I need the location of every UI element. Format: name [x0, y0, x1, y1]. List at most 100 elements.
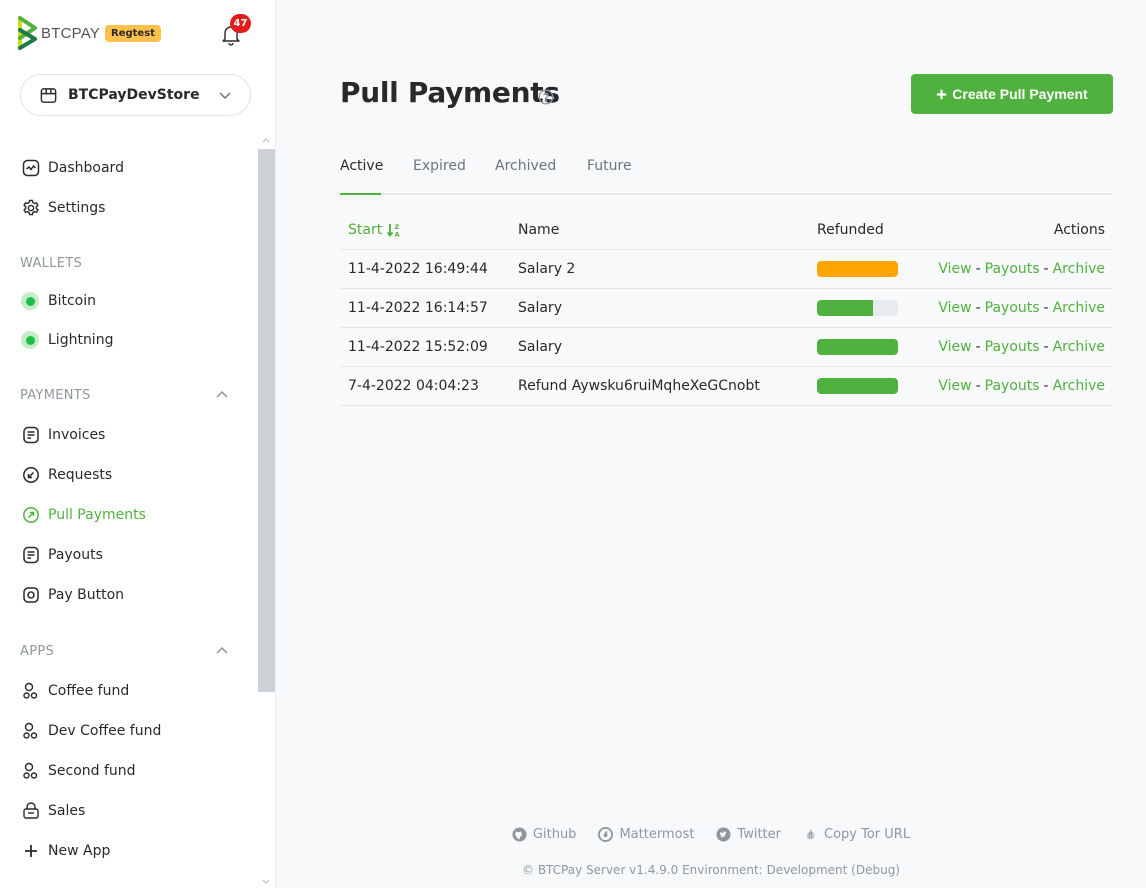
cell-refunded [817, 289, 898, 327]
refunded-progress-bar [817, 378, 898, 394]
tab-active[interactable]: Active [340, 158, 383, 174]
pay-button-icon [23, 587, 39, 603]
separator: - [975, 261, 981, 277]
refunded-progress-fill [817, 300, 873, 316]
refunded-progress-bar [817, 339, 898, 355]
help-icon[interactable] [538, 89, 554, 105]
cell-name: Salary [518, 300, 562, 316]
tab-archived[interactable]: Archived [495, 158, 556, 174]
cell-actions: View - Payouts - Archive [938, 250, 1105, 288]
table-row: 11-4-2022 16:14:57 Salary View - Payouts… [340, 289, 1113, 328]
brand-name: BTCPAY [41, 24, 100, 42]
wallet-status-icon [21, 331, 39, 349]
footer-link-mattermost[interactable]: Mattermost [598, 827, 694, 842]
payouts-link[interactable]: Payouts [985, 261, 1040, 277]
store-icon [40, 87, 57, 103]
archive-link[interactable]: Archive [1053, 261, 1105, 277]
wallets-section-title: WALLETS [20, 256, 83, 271]
refunded-progress-bar [817, 300, 898, 316]
tab-expired[interactable]: Expired [413, 158, 466, 174]
twitter-icon [716, 827, 731, 842]
sidebar-scrollbar-thumb[interactable] [258, 149, 275, 692]
nav-item-new-app[interactable]: New App [22, 839, 110, 863]
tab-future[interactable]: Future [587, 158, 632, 174]
status-tabs: Active Expired Archived Future [340, 155, 1113, 195]
cell-actions: View - Payouts - Archive [938, 289, 1105, 327]
cell-actions: View - Payouts - Archive [938, 367, 1105, 405]
nav-label: Settings [48, 200, 106, 216]
separator: - [975, 300, 981, 316]
nav-item-settings[interactable]: Settings [22, 196, 105, 220]
mattermost-icon [598, 827, 614, 842]
footer-link-github[interactable]: Github [512, 827, 576, 842]
brand-logo-link[interactable]: BTCPAY Regtest [18, 16, 161, 50]
wallet-status-icon [21, 292, 39, 310]
footer-link-label: Mattermost [619, 827, 695, 842]
cell-start: 11-4-2022 15:52:09 [348, 339, 488, 355]
cell-start: 7-4-2022 04:04:23 [348, 378, 479, 394]
nav-item-bitcoin[interactable]: Bitcoin [21, 289, 96, 313]
chevron-up-icon[interactable] [215, 388, 229, 402]
footer-link-label: Twitter [737, 827, 781, 842]
sort-by-start-button[interactable]: Start Z A [348, 222, 402, 238]
crowdfund-icon [23, 762, 38, 779]
view-link[interactable]: View [938, 300, 971, 316]
nav-item-sales[interactable]: Sales [22, 799, 85, 823]
nav-item-lightning[interactable]: Lightning [21, 328, 113, 352]
refunded-progress-fill [817, 339, 898, 355]
archive-link[interactable]: Archive [1053, 339, 1105, 355]
nav-item-coffee-fund[interactable]: Coffee fund [22, 679, 129, 703]
chevron-up-icon[interactable] [215, 644, 229, 658]
view-link[interactable]: View [938, 378, 971, 394]
cell-name: Refund Aywsku6ruiMqheXeGCnobt [518, 378, 760, 394]
separator: - [1043, 378, 1049, 394]
separator: - [1043, 339, 1049, 355]
payouts-link[interactable]: Payouts [985, 300, 1040, 316]
nav-item-requests[interactable]: Requests [22, 463, 112, 487]
sort-desc-icon: Z A [387, 223, 400, 238]
pull-payments-table: Start Z A Name Refunded Actions 11-4-202… [340, 211, 1113, 406]
view-link[interactable]: View [938, 261, 971, 277]
table-row: 11-4-2022 15:52:09 Salary View - Payouts… [340, 328, 1113, 367]
store-selector[interactable]: BTCPayDevStore [20, 74, 251, 116]
payouts-link[interactable]: Payouts [985, 339, 1040, 355]
tor-onion-icon [806, 827, 815, 840]
header-actions: Actions [1053, 222, 1105, 238]
payouts-link[interactable]: Payouts [985, 378, 1040, 394]
view-link[interactable]: View [938, 339, 971, 355]
payments-section-title: PAYMENTS [20, 388, 91, 403]
archive-link[interactable]: Archive [1053, 378, 1105, 394]
notification-count-badge[interactable]: 47 [230, 14, 251, 33]
gear-icon [23, 199, 39, 216]
nav-item-pay-button[interactable]: Pay Button [22, 583, 124, 607]
footer-link-copy-tor-url[interactable]: Copy Tor URL [803, 827, 910, 842]
apps-section-title: APPS [20, 644, 55, 659]
nav-label: Lightning [48, 332, 114, 348]
create-pull-payment-button[interactable]: Create Pull Payment [911, 74, 1113, 114]
nav-item-pull-payments[interactable]: Pull Payments [22, 503, 146, 527]
chevron-down-icon [219, 92, 231, 100]
nav-label: Sales [48, 803, 86, 819]
nav-item-dev-coffee-fund[interactable]: Dev Coffee fund [22, 719, 161, 743]
nav-label: Pay Button [48, 587, 125, 603]
footer-link-twitter[interactable]: Twitter [716, 827, 781, 842]
store-name: BTCPayDevStore [68, 87, 200, 103]
archive-link[interactable]: Archive [1053, 300, 1105, 316]
plus-icon [937, 89, 947, 99]
header-name: Name [518, 222, 560, 238]
nav-item-second-fund[interactable]: Second fund [22, 759, 136, 783]
nav-item-invoices[interactable]: Invoices [22, 423, 105, 447]
cell-name: Salary 2 [518, 261, 576, 277]
refunded-progress-fill [817, 378, 898, 394]
nav-label: Bitcoin [48, 293, 97, 309]
request-icon [23, 467, 39, 483]
scroll-up-arrow-icon[interactable] [262, 136, 270, 144]
environment-badge: Regtest [105, 24, 161, 42]
nav-item-payouts[interactable]: Payouts [22, 543, 103, 567]
separator: - [1043, 300, 1049, 316]
scroll-down-arrow-icon[interactable] [262, 878, 270, 886]
nav-label: Pull Payments [48, 507, 146, 523]
table-row: 7-4-2022 04:04:23 Refund Aywsku6ruiMqheX… [340, 367, 1113, 406]
nav-item-dashboard[interactable]: Dashboard [22, 156, 124, 180]
cell-start: 11-4-2022 16:14:57 [348, 300, 488, 316]
